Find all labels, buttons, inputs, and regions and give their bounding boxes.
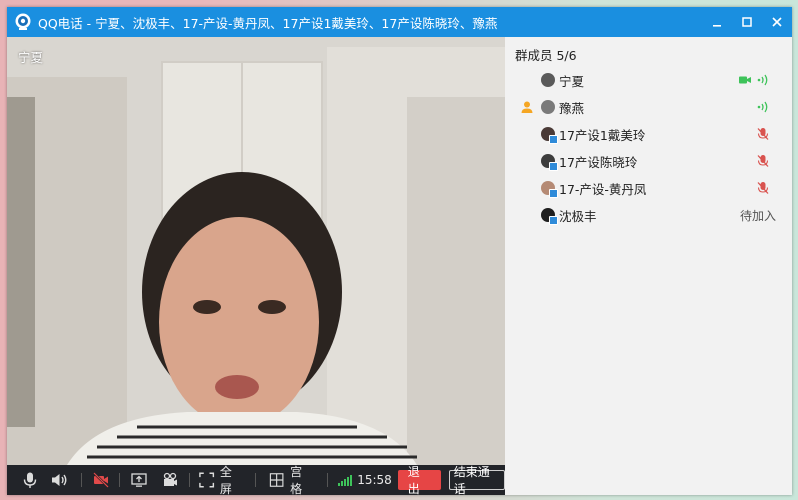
minimize-button[interactable] — [702, 7, 732, 37]
control-separator — [327, 473, 329, 487]
member-item[interactable]: 沈极丰 待加入 — [505, 202, 792, 228]
avatar — [541, 154, 558, 171]
mobile-device-icon — [549, 189, 558, 198]
fullscreen-icon — [198, 472, 214, 488]
control-separator — [81, 473, 83, 487]
control-separator — [254, 473, 256, 487]
voice-active-icon — [757, 74, 768, 86]
member-item[interactable]: 豫燕 — [505, 94, 792, 120]
signal-strength-icon — [338, 474, 353, 486]
title-bar: QQ电话 - 宁夏、沈极丰、17-产设-黄丹凤、17产设1戴美玲、17产设陈晓玲… — [7, 7, 792, 37]
microphone-muted-icon — [757, 128, 769, 140]
video-camera-icon — [739, 76, 751, 84]
grid-layout-button[interactable]: 宫格 — [268, 465, 313, 495]
microphone-muted-icon — [757, 155, 769, 167]
member-item[interactable]: 17产设1戴美玲 — [505, 121, 792, 147]
microphone-button[interactable] — [19, 465, 40, 495]
member-name: 17-产设-黄丹凤 — [559, 181, 647, 197]
camera-off-icon — [93, 472, 109, 488]
close-icon — [772, 17, 782, 27]
member-name: 豫燕 — [559, 100, 585, 116]
avatar — [541, 208, 558, 225]
mobile-device-icon — [549, 162, 558, 171]
fullscreen-label: 全屏 — [219, 465, 232, 495]
screen-share-icon — [131, 473, 147, 487]
microphone-muted-icon — [757, 182, 769, 194]
member-status — [756, 154, 770, 168]
mobile-device-icon — [549, 135, 558, 144]
member-panel: 群成员 5/6 宁夏 豫燕 17产设1戴美玲 17产设陈晓玲 17-产设-黄丹凤… — [505, 37, 792, 495]
movie-button[interactable] — [158, 465, 183, 495]
member-status — [756, 100, 770, 114]
member-name: 17产设陈晓玲 — [559, 154, 638, 170]
window-title: QQ电话 - 宁夏、沈极丰、17-产设-黄丹凤、17产设1戴美玲、17产设陈晓玲… — [38, 15, 498, 31]
call-control-bar: 全屏 宫格 15:58 退出 结束通话 — [7, 465, 505, 495]
grid-label: 宫格 — [290, 465, 303, 495]
member-status — [756, 181, 770, 195]
voice-active-icon — [757, 101, 768, 113]
minimize-icon — [713, 25, 721, 27]
member-item[interactable]: 17产设陈晓玲 — [505, 148, 792, 174]
call-duration: 15:58 — [357, 473, 392, 487]
host-icon — [521, 101, 533, 113]
avatar — [541, 73, 555, 87]
control-separator — [119, 473, 121, 487]
member-name: 17产设1戴美玲 — [559, 127, 646, 143]
pending-join-status: 待加入 — [739, 208, 776, 223]
video-frame-image — [7, 37, 505, 465]
video-feed[interactable]: 宁夏 — [7, 37, 505, 465]
end-call-button[interactable]: 结束通话 — [448, 465, 505, 495]
avatar — [541, 127, 558, 144]
member-name: 沈极丰 — [559, 208, 597, 224]
mobile-device-icon — [549, 216, 558, 225]
speaker-button[interactable] — [48, 465, 69, 495]
member-status — [738, 73, 770, 87]
grid-icon — [269, 473, 284, 487]
film-icon — [163, 472, 178, 486]
maximize-button[interactable] — [732, 7, 762, 37]
avatar — [541, 181, 558, 198]
fullscreen-button[interactable]: 全屏 — [196, 465, 245, 495]
exit-button[interactable]: 退出 — [397, 465, 441, 495]
video-participant-name: 宁夏 — [18, 50, 44, 65]
member-item[interactable]: 宁夏 — [505, 67, 792, 93]
speaker-icon — [51, 474, 67, 486]
member-status — [756, 127, 770, 141]
maximize-icon — [742, 17, 752, 27]
qq-call-app-icon — [15, 13, 31, 30]
close-button[interactable] — [762, 7, 792, 37]
member-count-header: 群成员 5/6 — [515, 48, 577, 63]
control-separator — [188, 473, 190, 487]
qq-call-window: QQ电话 - 宁夏、沈极丰、17-产设-黄丹凤、17产设1戴美玲、17产设陈晓玲… — [7, 7, 792, 495]
microphone-icon — [23, 472, 36, 488]
member-item[interactable]: 17-产设-黄丹凤 — [505, 175, 792, 201]
camera-toggle-button[interactable] — [88, 465, 113, 495]
avatar — [541, 100, 555, 114]
screen-share-button[interactable] — [126, 465, 151, 495]
member-name: 宁夏 — [559, 73, 585, 89]
